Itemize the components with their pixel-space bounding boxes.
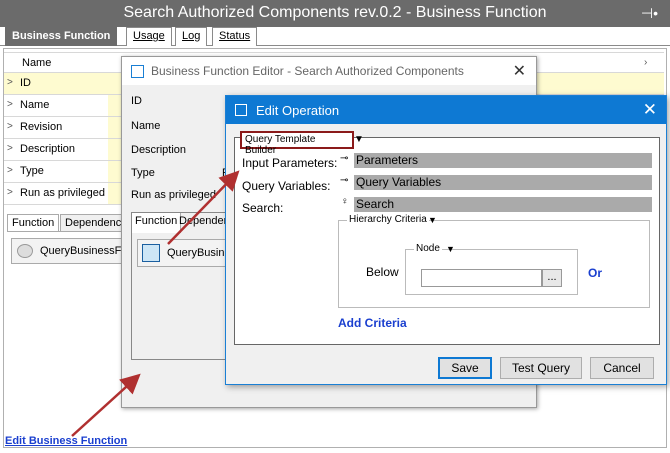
annotation-arrows: [71, 170, 240, 437]
arrow-to-editor: [71, 373, 141, 437]
arrow-to-query-builder: [167, 170, 240, 245]
